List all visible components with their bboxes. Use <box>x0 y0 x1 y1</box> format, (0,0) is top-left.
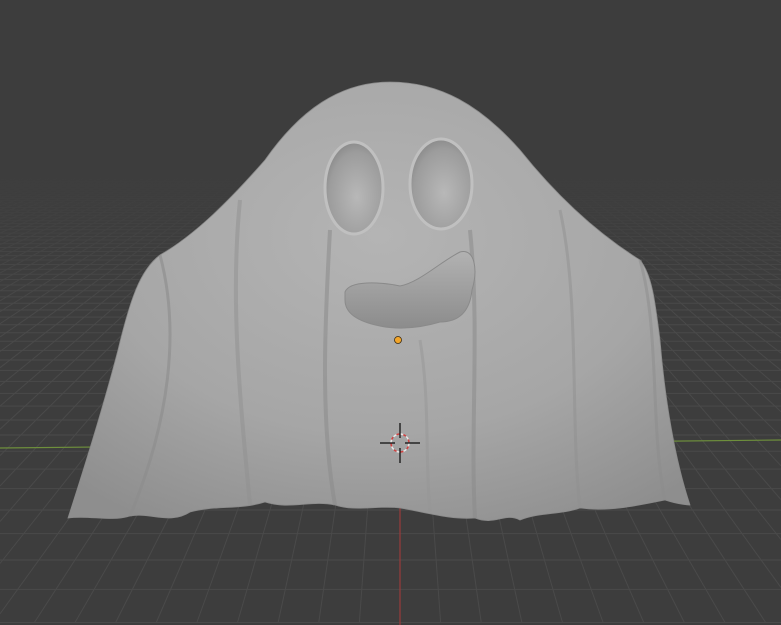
scene <box>0 0 781 625</box>
ghost-right-eye <box>408 137 474 231</box>
ghost-left-eye <box>323 140 385 236</box>
object-origin-dot[interactable] <box>394 336 402 344</box>
3d-viewport[interactable] <box>0 0 781 625</box>
